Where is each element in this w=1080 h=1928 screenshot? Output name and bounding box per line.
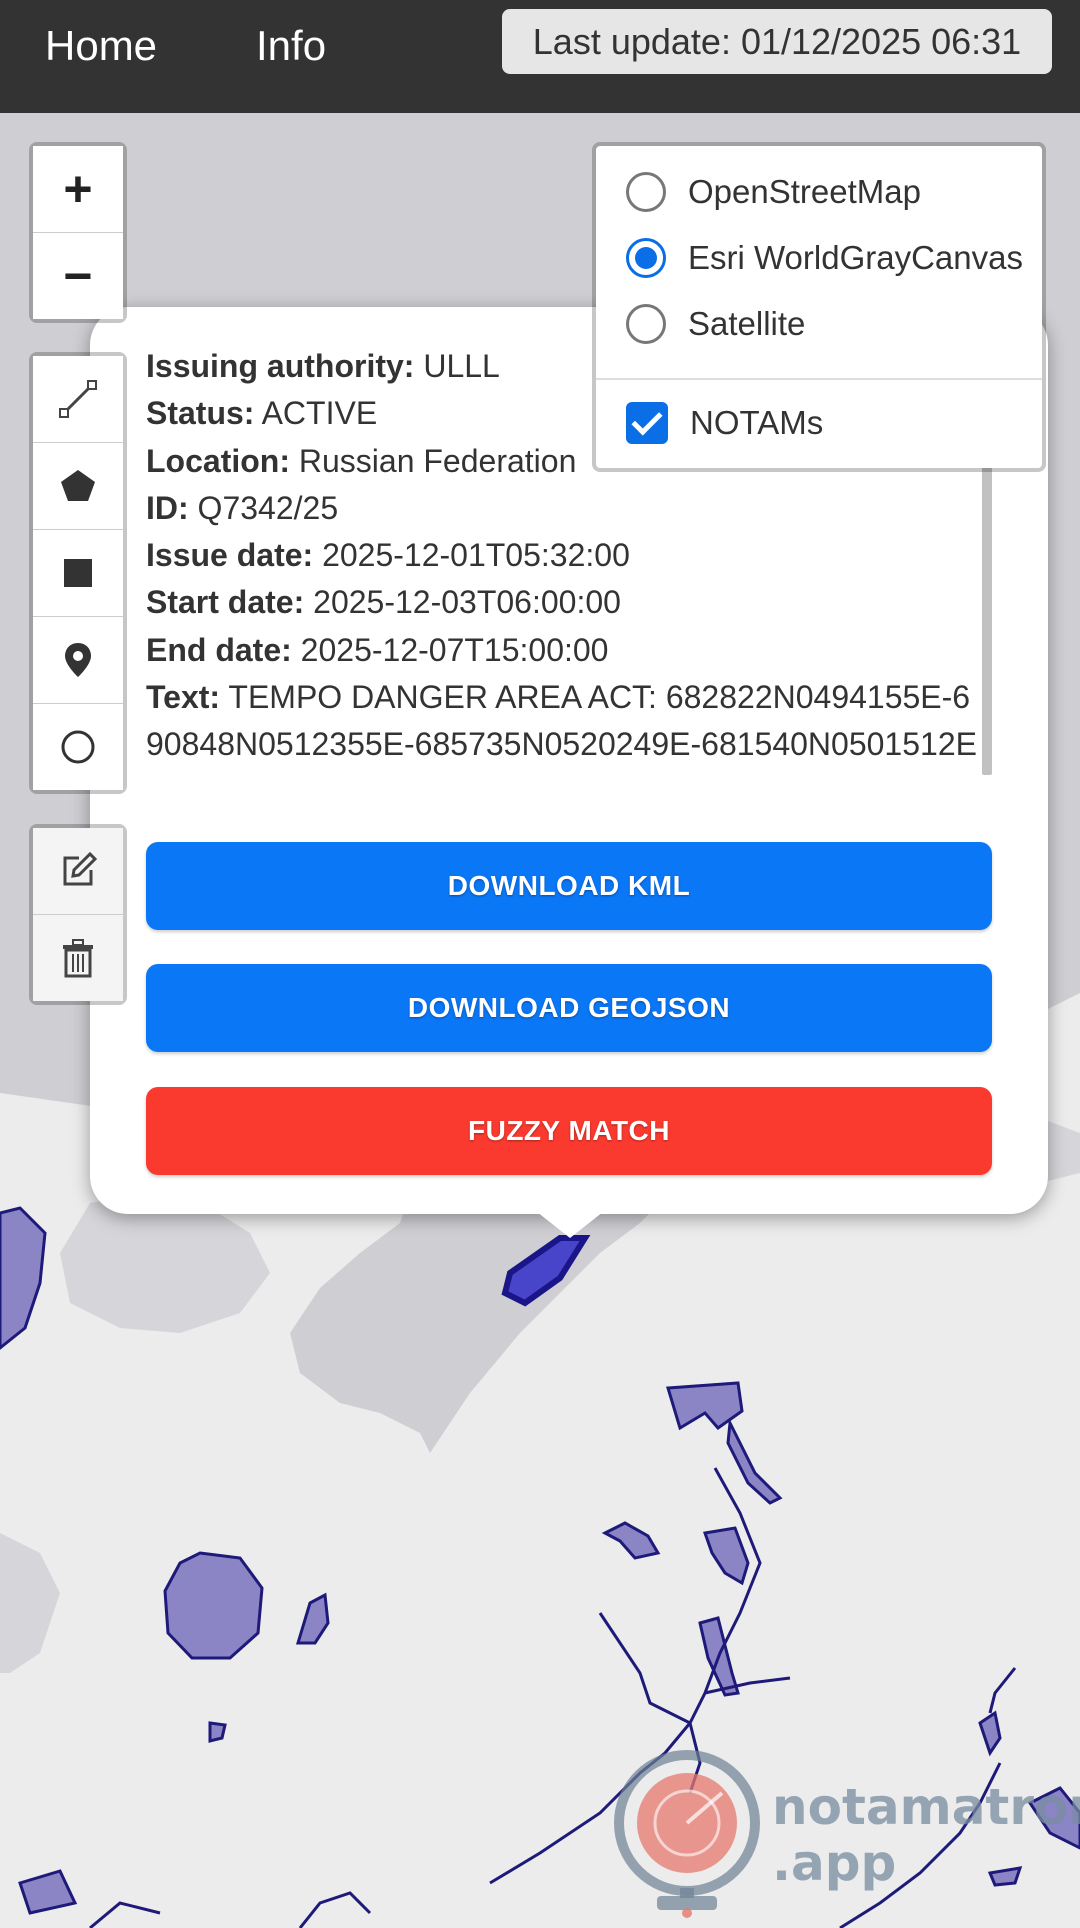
polygon-icon: [61, 470, 95, 501]
zoom-control: + −: [29, 142, 127, 323]
field-value: TEMPO DANGER AREA ACT: 682822N0494155E-6…: [146, 679, 977, 778]
field-label: Start date:: [146, 584, 305, 621]
field-label: Status:: [146, 395, 255, 432]
land-landmass-south: [0, 1093, 480, 1928]
radio-button[interactable]: [626, 304, 666, 344]
last-update-badge: Last update: 01/12/2025 06:31: [502, 9, 1052, 74]
fuzzy-match-button[interactable]: FUZZY MATCH: [146, 1087, 992, 1175]
layer-label: OpenStreetMap: [688, 173, 921, 210]
layer-label: Satellite: [688, 305, 806, 342]
edit-toolbar: [29, 824, 127, 1005]
popup-scrollbar[interactable]: [982, 437, 992, 775]
draw-circle-button[interactable]: [33, 704, 123, 790]
top-nav-bar: Home Info Last update: 01/12/2025 06:31: [0, 0, 1080, 113]
field-label: ID:: [146, 489, 189, 526]
overlay-label: NOTAMs: [690, 404, 824, 441]
nav-home-link[interactable]: Home: [45, 18, 157, 74]
circle-icon: [61, 730, 95, 764]
download-geojson-button[interactable]: DOWNLOAD GEOJSON: [146, 964, 992, 1052]
layer-option-openstreetmap[interactable]: OpenStreetMap: [626, 172, 921, 212]
zoom-out-button[interactable]: −: [33, 233, 123, 319]
draw-toolbar: [29, 352, 127, 794]
field-value: Q7342/25: [197, 489, 339, 526]
layer-label: Esri WorldGrayCanvas: [688, 239, 1023, 276]
popup-tip: [532, 1208, 608, 1238]
notam-area-circle: [163, 1551, 264, 1660]
field-value: ULLL: [423, 348, 500, 384]
zoom-in-button[interactable]: +: [33, 146, 123, 233]
rectangle-icon: [64, 559, 92, 587]
layers-control: OpenStreetMap Esri WorldGrayCanvas Satel…: [592, 142, 1046, 472]
field-label: End date:: [146, 631, 292, 668]
field-start-date: Start date: 2025-12-03T06:00:00: [146, 579, 982, 626]
field-issue-date: Issue date: 2025-12-01T05:32:00: [146, 532, 982, 579]
layer-option-satellite[interactable]: Satellite: [626, 304, 805, 344]
download-kml-button[interactable]: DOWNLOAD KML: [146, 842, 992, 930]
draw-polyline-button[interactable]: [33, 356, 123, 443]
radio-button[interactable]: [626, 172, 666, 212]
field-label: Issue date:: [146, 537, 314, 574]
field-value: 2025-12-01T05:32:00: [322, 537, 630, 574]
field-end-date: End date: 2025-12-07T15:00:00: [146, 627, 982, 674]
field-label: Location:: [146, 442, 290, 479]
map-marker-icon: [65, 643, 91, 677]
overlay-option-notams[interactable]: NOTAMs: [626, 402, 823, 444]
field-value: 2025-12-03T06:00:00: [313, 584, 621, 621]
field-id: ID: Q7342/25: [146, 485, 982, 532]
notam-area-small-2: [208, 1721, 227, 1743]
layer-option-esri-worldgraycanvas[interactable]: Esri WorldGrayCanvas: [626, 238, 1023, 278]
delete-layers-button[interactable]: [33, 915, 123, 1001]
trash-icon: [63, 939, 93, 978]
field-label: Text:: [146, 679, 221, 716]
draw-rectangle-button[interactable]: [33, 530, 123, 617]
edit-layers-button[interactable]: [33, 828, 123, 915]
checkbox-checked[interactable]: [626, 402, 668, 444]
draw-marker-button[interactable]: [33, 617, 123, 704]
layers-divider: [596, 378, 1042, 380]
radio-button-selected[interactable]: [626, 238, 666, 278]
field-label: Issuing authority:: [146, 348, 415, 384]
draw-polygon-button[interactable]: [33, 443, 123, 530]
field-value: 2025-12-07T15:00:00: [300, 631, 609, 668]
polyline-icon: [59, 380, 97, 418]
nav-info-link[interactable]: Info: [256, 18, 326, 74]
edit-icon: [63, 851, 98, 886]
field-text: Text: TEMPO DANGER AREA ACT: 682822N0494…: [146, 674, 982, 778]
field-value: Russian Federation: [298, 442, 577, 479]
field-value: ACTIVE: [261, 395, 378, 432]
